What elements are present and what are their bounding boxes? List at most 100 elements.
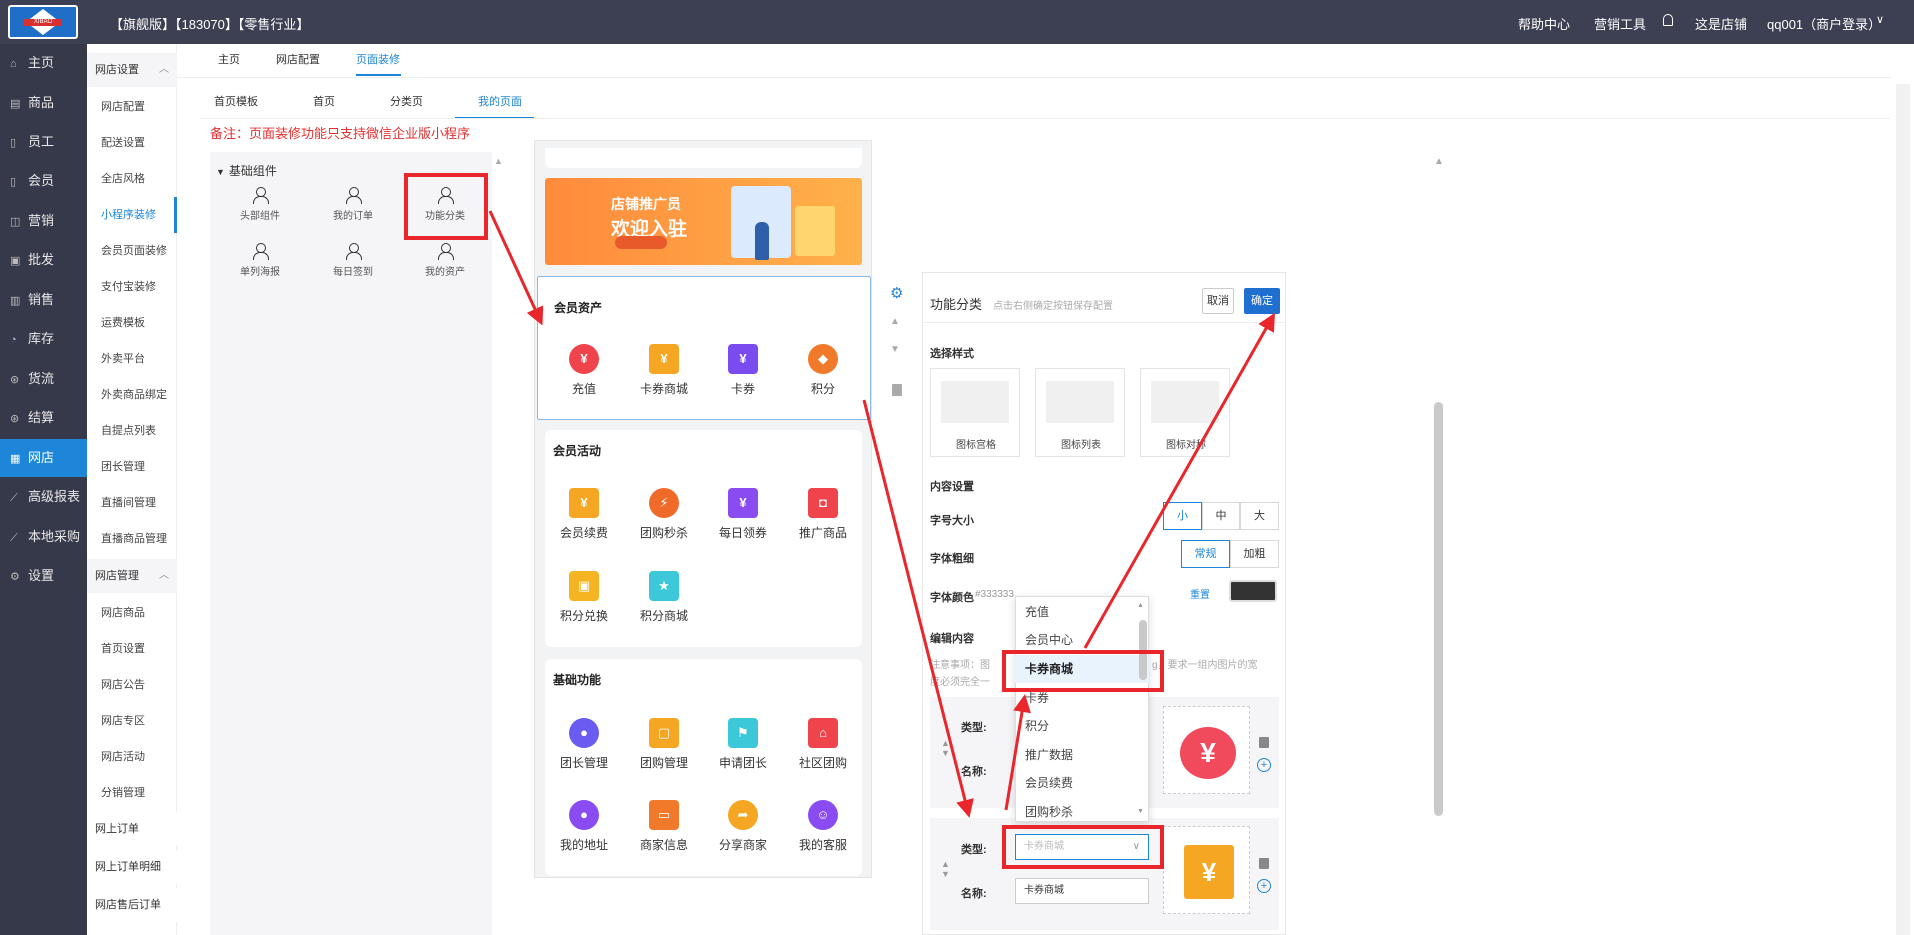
move-down-icon[interactable]: ▼ [890, 344, 900, 355]
promo-banner[interactable]: 店铺推广员 欢迎入驻 [545, 178, 862, 265]
nav-logistics[interactable]: ⊛ 货流 [0, 360, 87, 398]
component-my-assets[interactable]: 我的资产 [406, 243, 484, 278]
func-customer-service[interactable]: ☺ 我的客服 [783, 800, 863, 853]
nav-purchase[interactable]: ⟋ 本地采购 [0, 518, 87, 556]
style-option-list[interactable]: 图标列表 [1035, 368, 1125, 457]
component-header[interactable]: 头部组件 [221, 187, 299, 222]
scroll-up-icon[interactable]: ▲ [494, 156, 503, 166]
nav-marketing[interactable]: ◫ 营销 [0, 202, 87, 240]
tab-my-page[interactable]: 我的页面 [478, 93, 522, 109]
font-size-medium[interactable]: 中 [1202, 502, 1240, 530]
tab-shop-config[interactable]: 网店配置 [276, 51, 320, 67]
nav-settings[interactable]: ⚙ 设置 [0, 557, 87, 595]
subnav-item[interactable]: 自提点列表 [87, 413, 177, 449]
tab-home-page[interactable]: 首页 [313, 93, 335, 109]
move-up-icon[interactable]: ▲ [890, 316, 900, 327]
font-weight-bold[interactable]: 加粗 [1230, 540, 1279, 568]
subnav-item[interactable]: 网店专区 [87, 703, 177, 739]
item-image-box[interactable]: ¥ [1163, 826, 1250, 914]
func-leader-manage[interactable]: ● 团长管理 [544, 718, 624, 771]
nav-report[interactable]: ⟋ 高级报表 [0, 478, 87, 516]
func-my-address[interactable]: ● 我的地址 [544, 800, 624, 853]
store-link[interactable]: 这是店铺 [1695, 14, 1747, 33]
subnav-group-shop-settings[interactable]: 网店设置 ︿ [87, 53, 177, 87]
subnav-item[interactable]: 网店公告 [87, 667, 177, 703]
func-promote-goods[interactable]: ◘ 推广商品 [783, 488, 863, 541]
func-points-exchange[interactable]: ▣ 积分兑换 [544, 571, 624, 624]
style-option-grid[interactable]: 图标宫格 [930, 368, 1020, 457]
nav-settle[interactable]: ⊛ 结算 [0, 399, 87, 437]
user-menu[interactable]: qq001（商户登录） [1767, 14, 1881, 33]
trash-icon[interactable] [1259, 737, 1269, 748]
help-center-link[interactable]: 帮助中心 [1518, 14, 1570, 33]
nav-goods[interactable]: ▤ 商品 [0, 84, 87, 122]
subnav-item[interactable]: 外卖商品绑定 [87, 377, 177, 413]
component-daily-checkin[interactable]: 每日签到 [314, 243, 392, 278]
func-points-mall[interactable]: ★ 积分商城 [624, 571, 704, 624]
func-points[interactable]: ◆ 积分 [783, 344, 863, 397]
func-group-manage[interactable]: ▢ 团购管理 [624, 718, 704, 771]
nav-shop[interactable]: ▦ 网店 [0, 439, 87, 477]
func-share-merchant[interactable]: ➦ 分享商家 [703, 800, 783, 853]
font-weight-regular[interactable]: 常规 [1181, 540, 1230, 568]
brand-logo[interactable]: XIBAO [8, 5, 78, 39]
gear-icon[interactable]: ⚙ [890, 284, 903, 302]
scroll-up-icon[interactable]: ▲ [1434, 156, 1444, 167]
color-swatch[interactable] [1229, 580, 1277, 602]
subnav-group-shop-manage[interactable]: 网店管理 ︿ [87, 559, 177, 593]
subnav-item[interactable]: 直播商品管理 [87, 521, 177, 557]
func-community-group[interactable]: ⌂ 社区团购 [783, 718, 863, 771]
tab-page-decor[interactable]: 页面装修 [356, 51, 400, 67]
func-daily-coupon[interactable]: ¥ 每日领券 [703, 488, 783, 541]
subnav-online-order-details[interactable]: 网上订单明细 [87, 850, 177, 884]
func-merchant-info[interactable]: ▭ 商家信息 [624, 800, 704, 853]
dropdown-option[interactable]: 充值 [1015, 598, 1149, 626]
nav-sales[interactable]: ▥ 销售 [0, 281, 87, 319]
dropdown-option[interactable]: 积分 [1015, 712, 1149, 740]
font-size-small[interactable]: 小 [1163, 502, 1202, 530]
subnav-item[interactable]: 支付宝装修 [87, 269, 177, 305]
item-image-box[interactable]: ¥ [1163, 706, 1250, 794]
chevron-down-icon[interactable]: ∨ [1876, 13, 1884, 26]
subnav-item[interactable]: 全店风格 [87, 161, 177, 197]
bell-icon[interactable] [1663, 14, 1673, 26]
component-my-orders[interactable]: 我的订单 [314, 187, 392, 222]
subnav-item[interactable]: 配送设置 [87, 125, 177, 161]
func-member-renew[interactable]: ¥ 会员续费 [544, 488, 624, 541]
nav-staff[interactable]: ▯ 员工 [0, 123, 87, 161]
func-flash-sale[interactable]: ⚡ 团购秒杀 [624, 488, 704, 541]
scroll-up-icon[interactable]: ▲ [1137, 602, 1144, 609]
confirm-button[interactable]: 确定 [1244, 288, 1280, 314]
marketing-tools-link[interactable]: 营销工具 [1594, 14, 1646, 33]
subnav-item[interactable]: 团长管理 [87, 449, 177, 485]
tab-category-page[interactable]: 分类页 [390, 93, 423, 109]
subnav-item[interactable]: 网店活动 [87, 739, 177, 775]
trash-icon[interactable] [1259, 858, 1269, 869]
subnav-item[interactable]: 网店商品 [87, 595, 177, 631]
name-input[interactable]: 卡券商城 [1015, 878, 1149, 904]
func-coupon-mall[interactable]: ¥ 卡券商城 [624, 344, 704, 397]
trash-icon[interactable] [892, 384, 902, 396]
dropdown-option[interactable]: 团购秒杀 [1015, 798, 1149, 826]
nav-wholesale[interactable]: ▣ 批发 [0, 241, 87, 279]
subnav-item[interactable]: 会员页面装修 [87, 233, 177, 269]
subnav-item[interactable]: 分销管理 [87, 775, 177, 811]
subnav-item[interactable]: 网店配置 [87, 89, 177, 125]
font-size-large[interactable]: 大 [1240, 502, 1279, 530]
style-option-symmetric[interactable]: 图标对称 [1140, 368, 1230, 457]
subnav-item-miniprogram-decor[interactable]: 小程序装修 [87, 197, 177, 233]
page-scrollbar-track[interactable] [1896, 84, 1910, 935]
sort-arrows-icon[interactable]: ▲ ▼ [941, 859, 950, 879]
func-coupon[interactable]: ¥ 卡券 [703, 344, 783, 397]
dropdown-option[interactable]: 推广数据 [1015, 741, 1149, 769]
components-group-header[interactable]: ▼ 基础组件 [216, 162, 277, 179]
scroll-down-icon[interactable]: ▼ [1137, 808, 1144, 815]
add-icon[interactable]: + [1257, 758, 1271, 772]
reset-link[interactable]: 重置 [1190, 586, 1210, 601]
subnav-item[interactable]: 外卖平台 [87, 341, 177, 377]
nav-stock[interactable]: ◔ 库存 [0, 320, 87, 358]
nav-member[interactable]: ▯ 会员 [0, 162, 87, 200]
func-recharge[interactable]: ¥ 充值 [544, 344, 624, 397]
dropdown-option[interactable]: 会员续费 [1015, 769, 1149, 797]
subnav-item[interactable]: 首页设置 [87, 631, 177, 667]
